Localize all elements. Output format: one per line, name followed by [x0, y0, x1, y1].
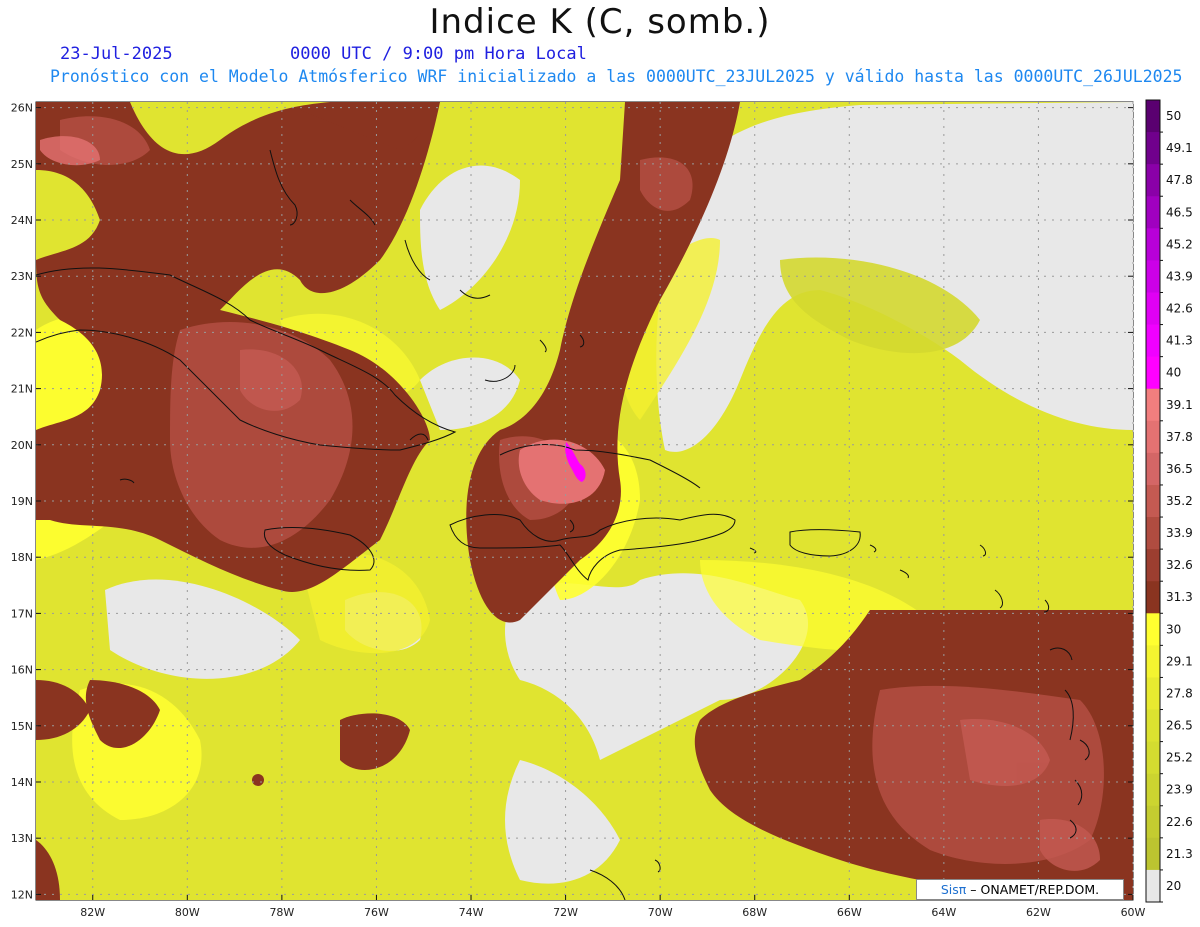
- colorbar-swatch: [1146, 805, 1160, 839]
- lat-label: 21N: [11, 383, 33, 396]
- lat-label: 13N: [11, 832, 33, 845]
- colorbar-swatch: [1146, 228, 1160, 261]
- colorbar-swatch: [1146, 837, 1160, 871]
- lat-label: 14N: [11, 776, 33, 789]
- colorbar-swatch: [1146, 581, 1160, 614]
- colorbar-label: 22.6: [1166, 815, 1193, 829]
- lat-label: 23N: [11, 270, 33, 283]
- lon-label: 72W: [553, 906, 578, 919]
- lat-label: 17N: [11, 607, 33, 620]
- lon-label: 62W: [1026, 906, 1051, 919]
- colorbar-swatch: [1146, 773, 1160, 807]
- lat-label: 18N: [11, 551, 33, 564]
- colorbar-swatch: [1146, 677, 1160, 711]
- lon-label: 70W: [648, 906, 673, 919]
- colorbar-label: 40: [1166, 366, 1181, 380]
- colorbar-label: 23.9: [1166, 783, 1193, 797]
- colorbar-swatch: [1146, 869, 1160, 903]
- lat-label: 26N: [11, 102, 33, 115]
- colorbar-swatch: [1146, 549, 1160, 582]
- colorbar-label: 29.1: [1166, 654, 1193, 668]
- colorbar-label: 42.6: [1166, 302, 1193, 316]
- colorbar-label: 21.3: [1166, 847, 1193, 861]
- k-index-map: 26N 25N 24N 23N 22N 21N 20N 19N 18N 17N 16N 15N 14N 1…: [11, 99, 1193, 919]
- k-index-field: [36, 102, 1133, 900]
- colorbar-label: 36.5: [1166, 462, 1193, 476]
- colorbar-label: 41.3: [1166, 334, 1193, 348]
- lat-label: 24N: [11, 214, 33, 227]
- colorbar-label: 30: [1166, 622, 1181, 636]
- lon-label: 82W: [80, 906, 105, 919]
- colorbar-label: 27.8: [1166, 686, 1193, 700]
- colorbar-swatch: [1146, 196, 1160, 229]
- lat-label: 22N: [11, 326, 33, 339]
- sispi-logo: Sisπ: [940, 882, 967, 897]
- lon-label: 60W: [1121, 906, 1146, 919]
- colorbar-swatch: [1146, 388, 1160, 422]
- latitude-labels: 26N 25N 24N 23N 22N 21N 20N 19N 18N 17N 16N 15N 14N 1…: [11, 102, 33, 902]
- colorbar-swatch: [1146, 645, 1160, 678]
- colorbar-label: 31.3: [1166, 590, 1193, 604]
- colorbar-swatch: [1146, 452, 1160, 486]
- lat-label: 20N: [11, 439, 33, 452]
- colorbar-label: 25.2: [1166, 751, 1193, 765]
- lon-label: 64W: [931, 906, 956, 919]
- colorbar-swatch: [1146, 420, 1160, 454]
- colorbar-label: 37.8: [1166, 430, 1193, 444]
- colorbar-label: 32.6: [1166, 558, 1193, 572]
- colorbar-label: 26.5: [1166, 719, 1193, 733]
- colorbar-label: 46.5: [1166, 205, 1193, 219]
- colorbar-swatch: [1146, 292, 1160, 326]
- lon-label: 78W: [269, 906, 294, 919]
- colorbar-swatch: [1146, 132, 1160, 165]
- lat-label: 16N: [11, 664, 33, 677]
- colorbar-swatch: [1146, 709, 1160, 743]
- lon-label: 80W: [175, 906, 200, 919]
- lon-label: 74W: [459, 906, 484, 919]
- credit-text: – ONAMET/REP.DOM.: [970, 882, 1100, 897]
- colorbar-swatch: [1146, 356, 1160, 390]
- longitude-labels: 82W 80W 78W 76W 74W 72W 70W 68W 66W 64W 62W 60W: [80, 906, 1145, 919]
- colorbar-swatch: [1146, 613, 1160, 646]
- colorbar: 50 49.1 47.8 46.5 45.2 43.9 42.6 41.3 40 39.1 37.8…: [1145, 99, 1193, 903]
- lat-label: 12N: [11, 888, 33, 901]
- lon-label: 76W: [364, 906, 389, 919]
- colorbar-swatch: [1146, 164, 1160, 197]
- colorbar-swatch: [1146, 260, 1160, 293]
- colorbar-swatch: [1146, 100, 1160, 133]
- lat-label: 19N: [11, 495, 33, 508]
- lon-label: 68W: [742, 906, 767, 919]
- colorbar-label: 49.1: [1166, 141, 1193, 155]
- lat-label: 15N: [11, 720, 33, 733]
- lat-label: 25N: [11, 158, 33, 171]
- colorbar-label: 33.9: [1166, 526, 1193, 540]
- colorbar-swatch: [1146, 324, 1160, 358]
- colorbar-label: 35.2: [1166, 494, 1193, 508]
- colorbar-swatch: [1146, 741, 1160, 775]
- colorbar-swatch: [1146, 517, 1160, 550]
- colorbar-label: 50: [1166, 109, 1181, 123]
- colorbar-label: 20: [1166, 879, 1181, 893]
- credit-box: Sisπ – ONAMET/REP.DOM.: [916, 879, 1124, 900]
- lon-label: 66W: [837, 906, 862, 919]
- colorbar-swatch: [1146, 484, 1160, 518]
- colorbar-label: 47.8: [1166, 173, 1193, 187]
- colorbar-label: 45.2: [1166, 237, 1193, 251]
- colorbar-label: 43.9: [1166, 269, 1193, 283]
- colorbar-label: 39.1: [1166, 398, 1193, 412]
